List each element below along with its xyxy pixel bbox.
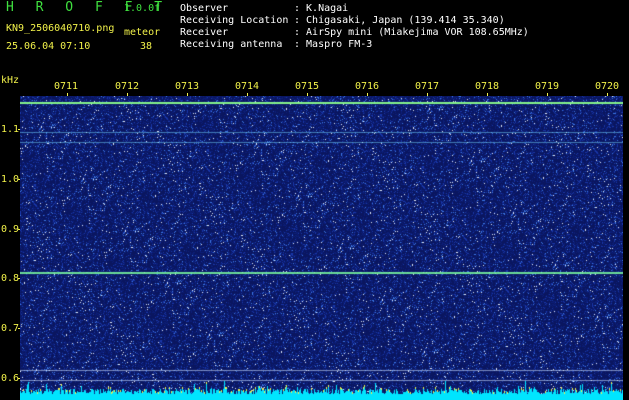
x-tick-label: 0712 xyxy=(115,81,140,92)
x-tick-label: 0714 xyxy=(235,81,260,92)
meteor-count: 38 xyxy=(140,41,153,52)
info-value-receiver: : AirSpy mini (Miakejima VOR 108.65MHz) xyxy=(294,27,529,38)
x-tick-label: 0719 xyxy=(535,81,560,92)
info-value-location: : Chigasaki, Japan (139.414 35.340) xyxy=(294,15,505,26)
x-tick-label: 0718 xyxy=(475,81,500,92)
x-tick-label: 0715 xyxy=(295,81,320,92)
y-tick-label: 1.1 xyxy=(1,124,20,135)
meteor-label: meteor xyxy=(124,27,161,38)
y-tick-label: 0.6 xyxy=(1,373,20,384)
y-tick-label: 1.0 xyxy=(1,174,20,185)
info-label-receiver: Receiver xyxy=(180,27,229,38)
spectrogram-display xyxy=(20,96,623,400)
x-tick-label: 0717 xyxy=(415,81,440,92)
info-label-observer: Observer xyxy=(180,3,229,14)
x-tick-label: 0711 xyxy=(54,81,79,92)
info-label-location: Receiving Location xyxy=(180,15,289,26)
info-value-antenna: : Maspro FM-3 xyxy=(294,39,373,50)
y-tick-label: 0.8 xyxy=(1,273,20,284)
x-tick-label: 0720 xyxy=(595,81,620,92)
x-tick-label: 0716 xyxy=(355,81,380,92)
info-value-observer: : K.Nagai xyxy=(294,3,349,14)
spectrogram-canvas xyxy=(20,96,623,400)
datetime-label: 25.06.04 07:10 xyxy=(6,41,91,52)
x-tick-label: 0713 xyxy=(175,81,200,92)
filename-label: KN9_2506040710.png xyxy=(6,23,115,34)
info-label-antenna: Receiving antenna xyxy=(180,39,283,50)
version-label: 1.0.0f xyxy=(124,3,161,14)
y-tick-label: 0.9 xyxy=(1,224,20,235)
y-axis-unit: kHz xyxy=(1,75,20,86)
y-tick-label: 0.7 xyxy=(1,323,20,334)
